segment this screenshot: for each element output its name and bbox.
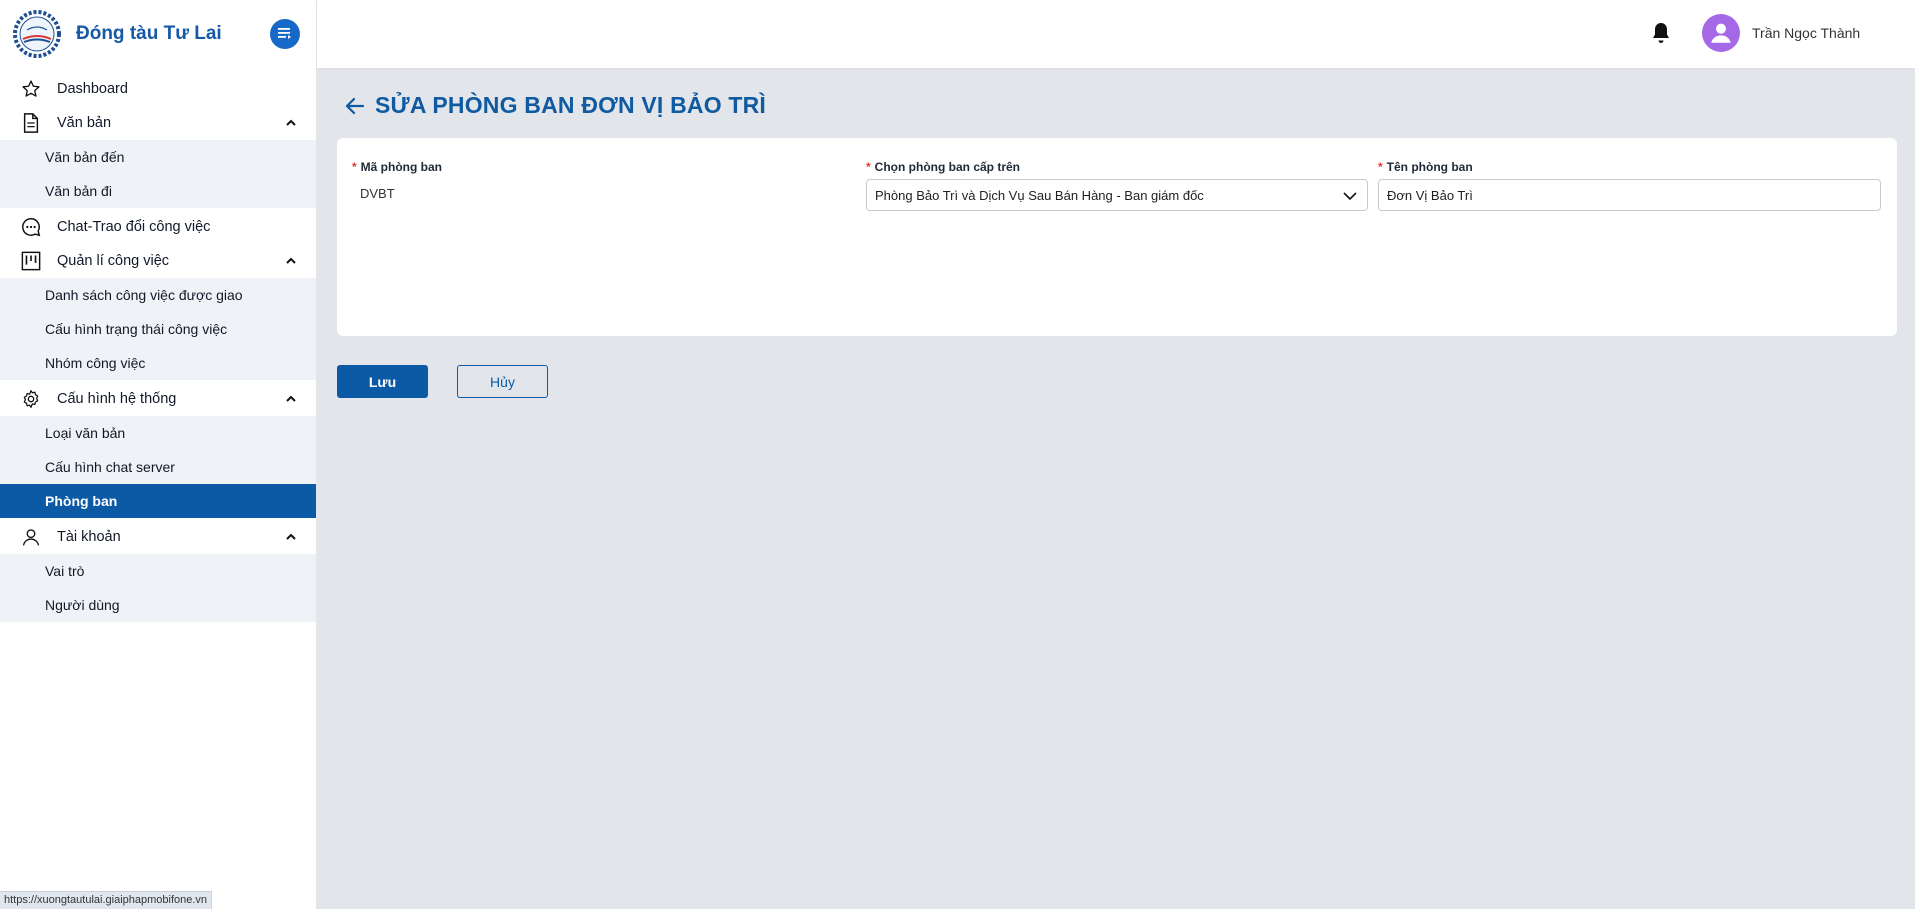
notification-bell-icon[interactable] <box>1650 21 1672 45</box>
field-ma-phong-ban: * Mã phòng ban DVBT <box>352 160 852 201</box>
menu-toggle-button[interactable] <box>270 19 300 49</box>
sidebar: Đóng tàu Tư Lai Dashboard Văn bản Văn bả… <box>0 0 317 909</box>
chevron-up-icon <box>286 533 296 540</box>
sidebar-item-van-ban[interactable]: Văn bản <box>0 106 316 140</box>
status-bar-url: https://xuongtautulai.giaiphapmobifone.v… <box>0 891 213 909</box>
label-text: Tên phòng ban <box>1386 160 1473 174</box>
star-icon <box>20 78 42 100</box>
select-value: Phòng Bảo Trì và Dịch Vụ Sau Bán Hàng - … <box>875 187 1204 203</box>
sidebar-item-van-ban-den[interactable]: Văn bản đến <box>0 140 316 174</box>
label-text: Chọn phòng ban cấp trên <box>874 160 1020 174</box>
sidebar-item-cau-hinh-chat-server[interactable]: Cấu hình chat server <box>0 450 316 484</box>
chevron-up-icon <box>286 119 296 126</box>
chevron-up-icon <box>286 395 296 402</box>
sidebar-item-van-ban-di[interactable]: Văn bản đi <box>0 174 316 208</box>
avatar[interactable] <box>1702 14 1740 52</box>
menu-collapse-icon <box>278 28 291 39</box>
gear-icon <box>20 388 42 410</box>
brand: Đóng tàu Tư Lai <box>0 0 316 68</box>
field-label-ten-phong-ban: * Tên phòng ban <box>1378 160 1881 174</box>
sidebar-item-dashboard[interactable]: Dashboard <box>0 72 316 106</box>
field-label-phong-ban-cap-tren: * Chọn phòng ban cấp trên <box>866 160 1368 174</box>
required-mark: * <box>866 160 871 174</box>
sidebar-item-label: Dashboard <box>57 81 128 97</box>
cancel-button[interactable]: Hủy <box>457 365 548 398</box>
top-bar: Trần Ngọc Thành <box>317 0 1915 68</box>
save-button[interactable]: Lưu <box>337 365 428 398</box>
sidebar-item-phong-ban[interactable]: Phòng ban <box>0 484 316 518</box>
user-name[interactable]: Trần Ngọc Thành <box>1752 25 1860 41</box>
submenu-van-ban: Văn bản đến Văn bản đi <box>0 140 316 208</box>
page-header: SỬA PHÒNG BAN ĐƠN VỊ BẢO TRÌ <box>343 92 766 119</box>
chevron-up-icon <box>286 257 296 264</box>
chevron-down-icon <box>1343 192 1357 201</box>
field-phong-ban-cap-tren: * Chọn phòng ban cấp trên Phòng Bảo Trì v… <box>866 160 1368 211</box>
sidebar-item-nguoi-dung[interactable]: Người dùng <box>0 588 316 622</box>
sidebar-item-tai-khoan[interactable]: Tài khoản <box>0 520 316 554</box>
required-mark: * <box>1378 160 1383 174</box>
back-arrow-icon[interactable] <box>343 94 367 118</box>
sidebar-item-danh-sach-cong-viec[interactable]: Danh sách công việc được giao <box>0 278 316 312</box>
sidebar-item-cau-hinh-trang-thai[interactable]: Cấu hình trạng thái công việc <box>0 312 316 346</box>
submenu-quan-li-cong-viec: Danh sách công việc được giao Cấu hình t… <box>0 278 316 380</box>
sidebar-item-label: Cấu hình hệ thống <box>57 391 177 407</box>
form-card: * Mã phòng ban DVBT * Chọn phòng ban cấp t… <box>337 138 1897 336</box>
sidebar-item-cau-hinh-he-thong[interactable]: Cấu hình hệ thống <box>0 382 316 416</box>
document-icon <box>20 112 42 134</box>
page-title: SỬA PHÒNG BAN ĐƠN VỊ BẢO TRÌ <box>375 92 767 118</box>
ma-phong-ban-value: DVBT <box>360 186 395 201</box>
sidebar-item-nhom-cong-viec[interactable]: Nhóm công việc <box>0 346 316 380</box>
sidebar-item-label: Chat-Trao đổi công việc <box>57 219 211 235</box>
user-icon <box>20 526 42 548</box>
kanban-board-icon <box>20 250 42 272</box>
submenu-cau-hinh-he-thong: Loại văn bản Cấu hình chat server Phòng … <box>0 416 316 518</box>
user-avatar-icon <box>1711 23 1731 43</box>
label-text: Mã phòng ban <box>360 160 442 174</box>
sidebar-item-loai-van-ban[interactable]: Loại văn bản <box>0 416 316 450</box>
parent-department-select[interactable]: Phòng Bảo Trì và Dịch Vụ Sau Bán Hàng - … <box>866 179 1368 211</box>
sidebar-item-chat[interactable]: Chat-Trao đổi công việc <box>0 210 316 244</box>
sidebar-item-label: Văn bản <box>57 115 112 131</box>
sidebar-item-vai-tro[interactable]: Vai trò <box>0 554 316 588</box>
company-logo-icon[interactable] <box>12 10 62 58</box>
department-name-input[interactable] <box>1378 179 1881 211</box>
sidebar-nav: Dashboard Văn bản Văn bản đến Văn bản đi… <box>0 68 316 622</box>
sidebar-item-quan-li-cong-viec[interactable]: Quản lí công việc <box>0 244 316 278</box>
brand-name: Đóng tàu Tư Lai <box>76 23 222 44</box>
chat-bubble-icon <box>20 216 42 238</box>
field-label-ma-phong-ban: * Mã phòng ban <box>352 160 852 174</box>
sidebar-item-label: Quản lí công việc <box>57 253 170 269</box>
submenu-tai-khoan: Vai trò Người dùng <box>0 554 316 622</box>
field-ten-phong-ban: * Tên phòng ban <box>1378 160 1881 211</box>
required-mark: * <box>352 160 357 174</box>
sidebar-item-label: Tài khoản <box>57 529 121 545</box>
